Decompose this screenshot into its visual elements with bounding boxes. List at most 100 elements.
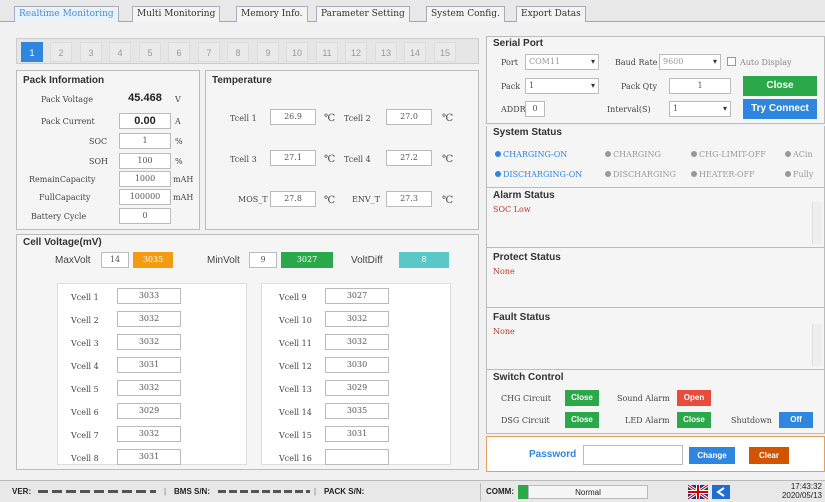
tab-system-config[interactable]: System Config.: [426, 6, 505, 22]
status-charging-on: CHARGING-ON: [495, 150, 567, 159]
baud-rate-select[interactable]: 9600: [659, 54, 721, 70]
tab-export-datas[interactable]: Export Datas: [516, 6, 586, 22]
clock-date: 2020/05/13: [781, 491, 822, 500]
vcell-value: 3030: [325, 357, 389, 373]
full-capacity-value: 100000: [119, 189, 171, 205]
vcell-value: 3032: [325, 311, 389, 327]
tab-memory-info[interactable]: Memory Info.: [236, 6, 308, 22]
chg-circuit-button[interactable]: Close: [565, 390, 599, 406]
full-capacity-label: FullCapacity: [39, 193, 91, 202]
comm-label: COMM:: [486, 487, 514, 496]
language-icon[interactable]: [712, 485, 730, 499]
tab-realtime-monitoring[interactable]: Realtime Monitoring: [14, 6, 119, 22]
led-alarm-button[interactable]: Close: [677, 412, 711, 428]
pack-3-button[interactable]: 3: [80, 42, 102, 62]
protect-status-text: None: [493, 267, 515, 276]
pack-1-button[interactable]: 1: [21, 42, 43, 62]
uk-flag-icon[interactable]: [687, 483, 709, 501]
tab-parameter-setting[interactable]: Parameter Setting: [316, 6, 410, 22]
try-connect-button[interactable]: Try Connect: [743, 99, 817, 119]
pack-11-button[interactable]: 11: [316, 42, 338, 62]
tab-bar: Realtime Monitoring Multi Monitoring Mem…: [0, 0, 825, 22]
bms-sn-label: BMS S/N:: [174, 487, 210, 496]
pack-13-button[interactable]: 13: [375, 42, 397, 62]
battery-cycle-label: Battery Cycle: [31, 212, 87, 221]
comm-status: Normal: [528, 485, 648, 499]
pack-9-button[interactable]: 9: [257, 42, 279, 62]
tcell3-label: Tcell 3: [230, 155, 257, 164]
led-alarm-label: LED Alarm: [625, 416, 670, 425]
pack-4-button[interactable]: 4: [109, 42, 131, 62]
auto-display-label: Auto Display: [740, 58, 792, 67]
status-discharging: DISCHARGING: [605, 170, 676, 179]
protect-status-panel: Protect Status None: [486, 248, 825, 308]
addr-input[interactable]: 0: [525, 101, 545, 117]
addr-label: ADDR: [501, 105, 526, 114]
tcell1-label: Tcell 1: [230, 114, 257, 123]
dsg-circuit-label: DSG Circuit: [501, 416, 550, 425]
comm-indicator: [518, 485, 528, 499]
volt-diff-value: 8: [399, 252, 449, 268]
port-label: Port: [501, 58, 518, 67]
vcell-label: Vcell 12: [279, 362, 312, 371]
change-password-button[interactable]: Change: [689, 447, 735, 464]
soh-unit: %: [175, 157, 183, 166]
temperature-panel: Temperature Tcell 1 26.9 ℃ Tcell 2 27.0 …: [205, 70, 479, 230]
tcell2-unit: ℃: [442, 113, 454, 124]
cell-voltage-panel: Cell Voltage(mV) MaxVolt 14 3035 MinVolt…: [16, 234, 479, 470]
sound-alarm-button[interactable]: Open: [677, 390, 711, 406]
vcell-label: Vcell 6: [71, 408, 99, 417]
pack-info-panel: Pack Information Pack Voltage 45.468 V P…: [16, 70, 200, 230]
dsg-circuit-button[interactable]: Close: [565, 412, 599, 428]
shutdown-button[interactable]: Off: [779, 412, 813, 428]
soc-value: 1: [119, 133, 171, 149]
pack-7-button[interactable]: 7: [198, 42, 220, 62]
temperature-title: Temperature: [212, 75, 272, 86]
pack-12-button[interactable]: 12: [345, 42, 367, 62]
status-heater-off: HEATER-OFF: [691, 170, 755, 179]
tcell1-value: 26.9: [270, 109, 316, 125]
pack-10-button[interactable]: 10: [286, 42, 308, 62]
max-volt-index: 14: [101, 252, 129, 268]
vcell-value: 3035: [325, 403, 389, 419]
status-fully: Fully: [785, 170, 813, 179]
close-button[interactable]: Close: [743, 76, 817, 96]
pack-qty-input[interactable]: 1: [669, 78, 731, 94]
fault-scrollbar[interactable]: [812, 324, 822, 366]
pack-6-button[interactable]: 6: [168, 42, 190, 62]
vcell-value: [325, 449, 389, 465]
password-input[interactable]: [583, 445, 683, 465]
pack-2-button[interactable]: 2: [50, 42, 72, 62]
clear-password-button[interactable]: Clear: [749, 447, 789, 464]
vcell-label: Vcell 2: [71, 316, 99, 325]
pack-current-value: 0.00: [119, 113, 171, 129]
pack-15-button[interactable]: 15: [434, 42, 456, 62]
interval-select[interactable]: 1: [669, 101, 731, 117]
pack-current-unit: A: [175, 117, 181, 126]
env-temp-unit: ℃: [442, 195, 454, 206]
tab-multi-monitoring[interactable]: Multi Monitoring: [132, 6, 221, 22]
pack-select[interactable]: 1: [525, 78, 599, 94]
vcell-value: 3031: [117, 357, 181, 373]
auto-display-checkbox[interactable]: [727, 57, 736, 66]
pack-8-button[interactable]: 8: [227, 42, 249, 62]
tcell4-value: 27.2: [386, 150, 432, 166]
port-select[interactable]: COM11: [525, 54, 599, 70]
tcell2-value: 27.0: [386, 109, 432, 125]
env-temp-label: ENV_T: [352, 195, 380, 204]
pack-14-button[interactable]: 14: [404, 42, 426, 62]
vcell-value: 3029: [117, 403, 181, 419]
tcell2-label: Tcell 2: [344, 114, 371, 123]
vcell-value: 3027: [325, 288, 389, 304]
vcell-value: 3032: [117, 380, 181, 396]
tcell4-unit: ℃: [442, 154, 454, 165]
vcell-value: 3031: [117, 449, 181, 465]
pack-current-label: Pack Current: [41, 117, 95, 126]
mos-temp-label: MOS_T: [238, 195, 268, 204]
alarm-status-text: SOC Low: [493, 205, 531, 214]
pack-5-button[interactable]: 5: [139, 42, 161, 62]
password-label: Password: [529, 449, 577, 460]
alarm-scrollbar[interactable]: [812, 202, 822, 244]
clock: 17:43:32 2020/05/13: [770, 482, 822, 500]
pack-sn-label: PACK S/N:: [324, 487, 365, 496]
